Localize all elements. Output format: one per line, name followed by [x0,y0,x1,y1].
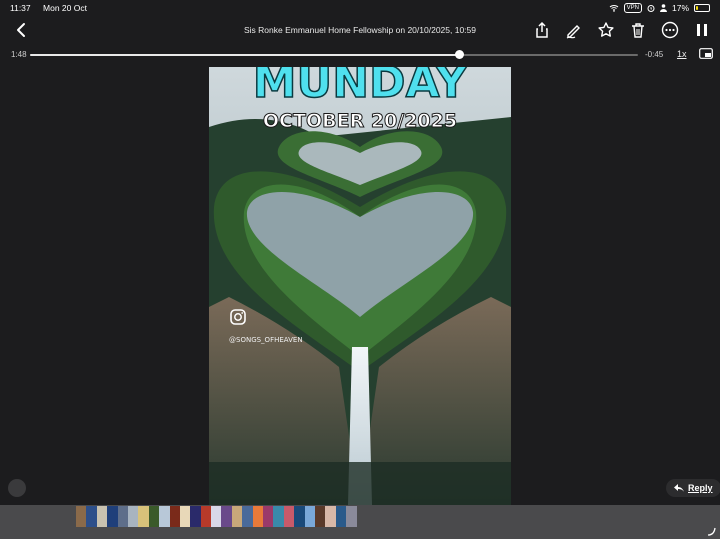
thumbnail[interactable] [283,506,295,527]
battery-icon [694,4,710,12]
thumbnail[interactable] [325,506,336,527]
reply-arrow-icon [674,484,684,492]
playback-speed-button[interactable]: 1x [677,49,687,59]
thumbnail[interactable] [242,506,253,527]
person-icon [659,4,667,12]
thumbnail[interactable] [148,506,160,527]
reply-label: Reply [688,483,713,493]
scrubber-progress [30,54,460,56]
thumbnail[interactable] [231,506,243,527]
thumbnail[interactable] [200,506,212,527]
video-frame[interactable]: MUNDAY OCTOBER 20/2025 @SONGS_OFHEAVEN [209,67,511,505]
picture-in-picture-icon[interactable] [699,48,713,59]
thumbnail[interactable] [117,506,128,527]
clock: 11:37 [10,3,31,13]
media-control-dot[interactable] [8,479,26,497]
thumbnail[interactable] [159,506,170,527]
reply-button[interactable]: Reply [666,479,720,497]
vpn-badge: VPN [623,3,642,13]
status-bar: 11:37 Mon 20 Oct VPN 17% [0,0,720,16]
thumbnail[interactable] [335,506,347,527]
thumbnail[interactable] [346,506,357,527]
thumbnail[interactable] [96,506,108,527]
wifi-icon [609,5,618,12]
elapsed-time: 1:48 [11,50,27,59]
thumbnail[interactable] [263,506,274,527]
thumbnail[interactable] [76,506,87,527]
video-headline: MUNDAY [253,67,469,108]
resize-handle-icon[interactable] [706,526,716,536]
more-options-icon[interactable] [660,20,680,40]
share-icon[interactable] [532,20,552,40]
trash-icon[interactable] [628,20,648,40]
thumbnail[interactable] [107,506,118,527]
thumbnail[interactable] [138,506,149,527]
thumbnail[interactable] [86,506,97,527]
thumbnail[interactable] [211,506,222,527]
star-icon[interactable] [596,20,616,40]
thumbnail[interactable] [252,506,264,527]
playback-scrubber: 1:48 -0:45 1x [0,46,720,64]
pause-icon[interactable] [692,20,712,40]
thumbnail[interactable] [179,506,191,527]
thumbnail[interactable] [304,506,315,527]
top-toolbar: Sis Ronke Emmanuel Home Fellowship on 20… [0,16,720,44]
thumbnail[interactable] [169,506,180,527]
thumbnail[interactable] [221,506,232,527]
alarm-icon [647,5,655,12]
watermark-handle: @SONGS_OFHEAVEN [229,336,303,344]
thumbnail-tray [0,505,720,539]
thumbnail[interactable] [314,506,326,527]
scrubber-handle[interactable] [454,50,464,59]
battery-percent: 17% [671,3,689,13]
remaining-time: -0:45 [645,50,664,59]
thumbnail[interactable] [294,506,305,527]
thumbnail[interactable] [273,506,284,527]
video-date-text: OCTOBER 20/2025 [263,110,457,132]
date: Mon 20 Oct [43,3,87,13]
markup-pen-icon[interactable] [564,20,584,40]
thumbnail[interactable] [127,506,139,527]
thumbnail[interactable] [190,506,201,527]
thumbnail-strip[interactable] [76,506,357,527]
